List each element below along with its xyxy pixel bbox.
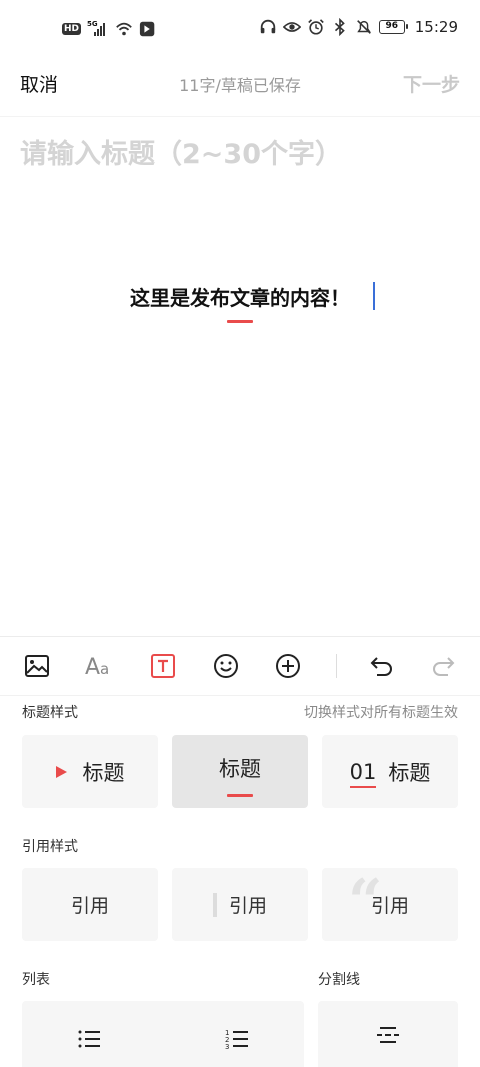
- heading-style-numbered[interactable]: 01 标题: [322, 735, 458, 808]
- heading-underline-mark: [227, 320, 253, 323]
- undo-button[interactable]: [367, 651, 397, 681]
- heading-style-hint: 切换样式对所有标题生效: [304, 705, 458, 721]
- cell-signal-icon: 5G: [87, 20, 109, 36]
- undo-icon: [370, 657, 392, 676]
- quote-bar-icon: [212, 892, 217, 917]
- text-style-icon: [151, 654, 175, 678]
- redo-button[interactable]: [428, 651, 458, 681]
- hd-badge: HD: [62, 23, 82, 35]
- add-icon: [276, 654, 300, 678]
- triangle-icon: [55, 765, 67, 778]
- panel-divider: [0, 695, 480, 696]
- quote-style-mark[interactable]: “ 引用: [322, 868, 458, 941]
- heading-number: 01: [349, 759, 377, 788]
- heading-style-triangle[interactable]: 标题: [22, 735, 158, 808]
- text-cursor: [373, 282, 375, 310]
- insert-button[interactable]: [273, 651, 303, 681]
- list-options: 1 2 3: [22, 1001, 304, 1067]
- divider-label: 分割线: [318, 972, 360, 988]
- app-notification-icon: [139, 21, 155, 37]
- bluetooth-icon: [334, 18, 345, 36]
- svg-text:a: a: [100, 660, 109, 678]
- status-right: 96 15:29: [259, 18, 458, 36]
- bullet-list-button[interactable]: [76, 1027, 106, 1057]
- status-time: 15:29: [414, 18, 458, 36]
- eye-icon: [282, 22, 301, 32]
- toolbar-separator: [336, 654, 337, 678]
- next-step-button[interactable]: 下一步: [403, 70, 460, 97]
- emoji-button[interactable]: [211, 651, 241, 681]
- battery-icon: 96: [378, 20, 408, 34]
- underline-mark: [227, 794, 253, 797]
- quote-style-plain[interactable]: 引用: [22, 868, 158, 941]
- status-bar: HD 5G 96 15:29: [0, 0, 480, 60]
- wifi-icon: [116, 22, 132, 36]
- quote-style-bar[interactable]: 引用: [172, 868, 308, 941]
- cancel-button[interactable]: 取消: [20, 70, 58, 97]
- editor-header: 11字/草稿已保存 取消 下一步: [0, 62, 480, 102]
- emoji-icon: [214, 654, 238, 678]
- mute-icon: [356, 20, 371, 34]
- quote-style-label-2: 引用: [228, 895, 267, 917]
- redo-icon: [433, 657, 455, 676]
- quote-style-label-1: 引用: [70, 895, 109, 917]
- divider-option[interactable]: [318, 1001, 458, 1067]
- text-style-button[interactable]: [148, 651, 178, 681]
- bullet-list-icon: [78, 1030, 100, 1048]
- article-body[interactable]: 这里是发布文章的内容！: [0, 282, 480, 311]
- svg-text:3: 3: [225, 1043, 229, 1051]
- divider-icon: [377, 1027, 399, 1043]
- font-icon: A a: [85, 655, 109, 678]
- numbered-list-button[interactable]: 1 2 3: [224, 1027, 254, 1057]
- heading-style-underline[interactable]: 标题: [172, 735, 308, 808]
- image-button[interactable]: [22, 651, 52, 681]
- heading-style-label-1: 标题: [82, 760, 125, 785]
- quote-style-label: 引用样式: [22, 839, 78, 855]
- title-input[interactable]: [20, 134, 460, 174]
- list-label: 列表: [22, 972, 50, 988]
- font-button[interactable]: A a: [85, 651, 115, 681]
- format-toolbar: A a: [0, 637, 480, 695]
- heading-style-label-2: 标题: [219, 756, 261, 781]
- svg-text:A: A: [85, 655, 100, 678]
- heading-style-label: 标题样式: [22, 705, 78, 721]
- alarm-icon: [307, 19, 324, 35]
- heading-style-label-3: 标题: [388, 760, 431, 785]
- body-text: 这里是发布文章的内容！: [130, 286, 350, 310]
- headphones-icon: [260, 19, 275, 34]
- image-icon: [25, 655, 49, 677]
- header-divider: [0, 116, 480, 117]
- numbered-list-icon: 1 2 3: [225, 1029, 248, 1051]
- status-left: HD 5G: [62, 20, 157, 38]
- quote-style-label-3: 引用: [370, 895, 409, 917]
